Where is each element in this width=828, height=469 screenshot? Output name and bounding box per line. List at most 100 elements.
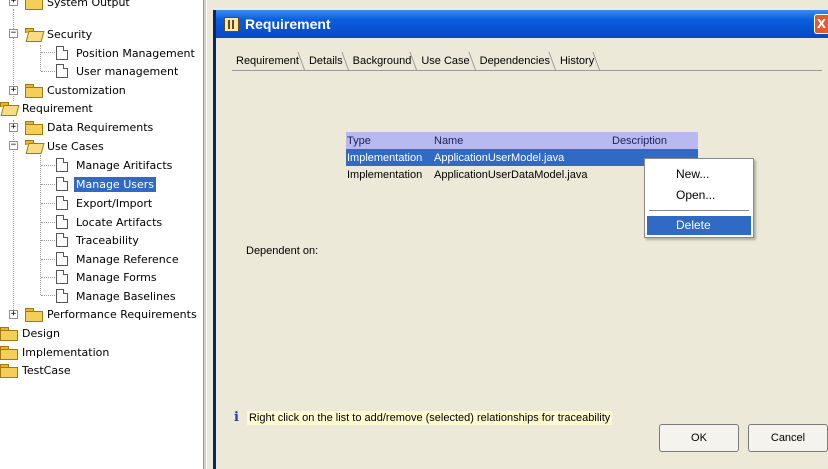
table-cell-name: ApplicationUserModel.java [434, 151, 565, 164]
tab-requirement[interactable]: Requirement [232, 53, 305, 70]
folder-open-icon [25, 28, 41, 40]
tree-item-system-output[interactable]: System Output [25, 0, 132, 11]
tree-item-customization[interactable]: Customization [25, 81, 128, 99]
tree-item-testcase[interactable]: TestCase [0, 361, 73, 379]
tree-item-data-requirements[interactable]: Data Requirements [25, 118, 155, 136]
tree-connector [41, 203, 55, 204]
tree-item-implementation[interactable]: Implementation [0, 343, 111, 361]
document-icon [56, 252, 68, 266]
folder-open-icon [25, 140, 41, 152]
tree-item-design[interactable]: Design [0, 324, 62, 342]
menu-item-open[interactable]: Open... [647, 186, 751, 205]
tree-item-export-import[interactable]: Export/Import [56, 194, 154, 212]
tree-item-label: Requirement [22, 101, 93, 115]
expander-icon[interactable]: + [9, 0, 18, 6]
table-header-row: Type Name Description [346, 132, 698, 149]
tree-item-label: Customization [47, 83, 126, 97]
context-menu: New... Open... Delete [644, 158, 754, 238]
folder-icon [0, 327, 18, 341]
document-icon [56, 270, 68, 284]
tree-connector [41, 52, 55, 53]
tree-item-manage-reference[interactable]: Manage Reference [56, 250, 181, 268]
project-tree: + System Output − Security Position Mana… [0, 0, 203, 469]
tree-connector [41, 71, 55, 72]
menu-item-new[interactable]: New... [647, 165, 751, 184]
tree-item-label: Design [22, 326, 60, 340]
close-icon[interactable]: X [814, 14, 828, 34]
dialog-titlebar[interactable]: Requirement X [216, 10, 828, 38]
tree-item-label: Manage Aritifacts [76, 158, 173, 172]
tree-connector [41, 259, 55, 260]
table-cell-type: Implementation [347, 168, 423, 181]
tree-item-label: Implementation [22, 345, 110, 359]
tree-connector [41, 165, 55, 166]
expander-icon[interactable]: + [9, 86, 18, 95]
tree-item-label: Use Cases [47, 139, 104, 153]
tree-item-manage-users[interactable]: Manage Users [56, 175, 156, 193]
tree-item-user-management[interactable]: User management [56, 62, 180, 80]
requirement-dialog: Requirement X Requirement Details Backgr… [213, 10, 828, 469]
column-header-description[interactable]: Description [611, 135, 698, 147]
document-icon [56, 64, 68, 78]
expander-icon[interactable]: − [9, 141, 18, 150]
ok-button[interactable]: OK [659, 424, 739, 452]
tree-item-requirement[interactable]: Requirement [0, 99, 95, 117]
folder-icon [0, 346, 18, 360]
tree-connector [41, 295, 55, 296]
tree-item-label: Manage Forms [76, 270, 157, 284]
column-header-name[interactable]: Name [433, 135, 611, 147]
tree-item-label: Manage Users [74, 176, 156, 192]
document-icon [56, 233, 68, 247]
expander-icon[interactable]: + [9, 123, 18, 132]
tree-item-security[interactable]: Security [25, 25, 94, 43]
tree-connector [41, 240, 55, 241]
tree-item-label: TestCase [22, 363, 71, 377]
menu-separator [649, 210, 749, 211]
tree-item-label: Manage Baselines [76, 289, 176, 303]
app-icon [224, 16, 239, 32]
menu-item-delete[interactable]: Delete [647, 216, 751, 235]
tab-details[interactable]: Details [305, 53, 349, 70]
table-cell-type: Implementation [347, 151, 423, 164]
tree-item-label: Security [47, 27, 93, 41]
tree-item-label: Performance Requirements [47, 307, 197, 321]
tree-item-manage-baselines[interactable]: Manage Baselines [56, 287, 178, 305]
tree-item-traceability[interactable]: Traceability [56, 231, 141, 249]
document-icon [56, 158, 68, 172]
tree-item-manage-forms[interactable]: Manage Forms [56, 268, 159, 286]
document-icon [56, 215, 68, 229]
tab-dependencies[interactable]: Dependencies [475, 53, 556, 70]
tab-divider [232, 70, 822, 71]
folder-open-icon [0, 102, 16, 114]
tree-connector [40, 45, 41, 71]
document-icon [56, 46, 68, 60]
tab-history[interactable]: History [556, 53, 600, 70]
tree-item-manage-aritifacts[interactable]: Manage Aritifacts [56, 156, 174, 174]
tree-item-use-cases[interactable]: Use Cases [25, 137, 106, 155]
tree-item-label: Position Management [76, 46, 195, 60]
tree-item-label: User management [76, 64, 179, 78]
tree-connector [40, 155, 41, 295]
tree-item-locate-artifacts[interactable]: Locate Artifacts [56, 213, 164, 231]
folder-icon [0, 364, 18, 378]
folder-icon [25, 84, 43, 98]
tab-use-case[interactable]: Use Case [417, 53, 475, 70]
tree-item-position-management[interactable]: Position Management [56, 44, 197, 62]
tree-item-label: Data Requirements [47, 120, 154, 134]
dialog-title: Requirement [245, 16, 331, 32]
tree-item-label: Traceability [76, 233, 139, 247]
folder-icon [25, 121, 43, 135]
dependent-on-label: Dependent on: [246, 245, 319, 257]
expander-icon[interactable]: − [9, 29, 18, 38]
tree-item-label: Manage Reference [76, 252, 179, 266]
cancel-button[interactable]: Cancel [748, 424, 828, 452]
column-header-type[interactable]: Type [346, 135, 433, 147]
info-text: Right click on the list to add/remove (s… [246, 410, 613, 425]
tab-background[interactable]: Background [349, 53, 418, 70]
folder-icon [25, 0, 43, 10]
tree-item-label: System Output [47, 0, 130, 9]
document-icon [56, 196, 68, 210]
expander-icon[interactable]: + [9, 310, 18, 319]
document-icon [56, 289, 68, 303]
tree-item-performance-requirements[interactable]: Performance Requirements [25, 305, 199, 323]
